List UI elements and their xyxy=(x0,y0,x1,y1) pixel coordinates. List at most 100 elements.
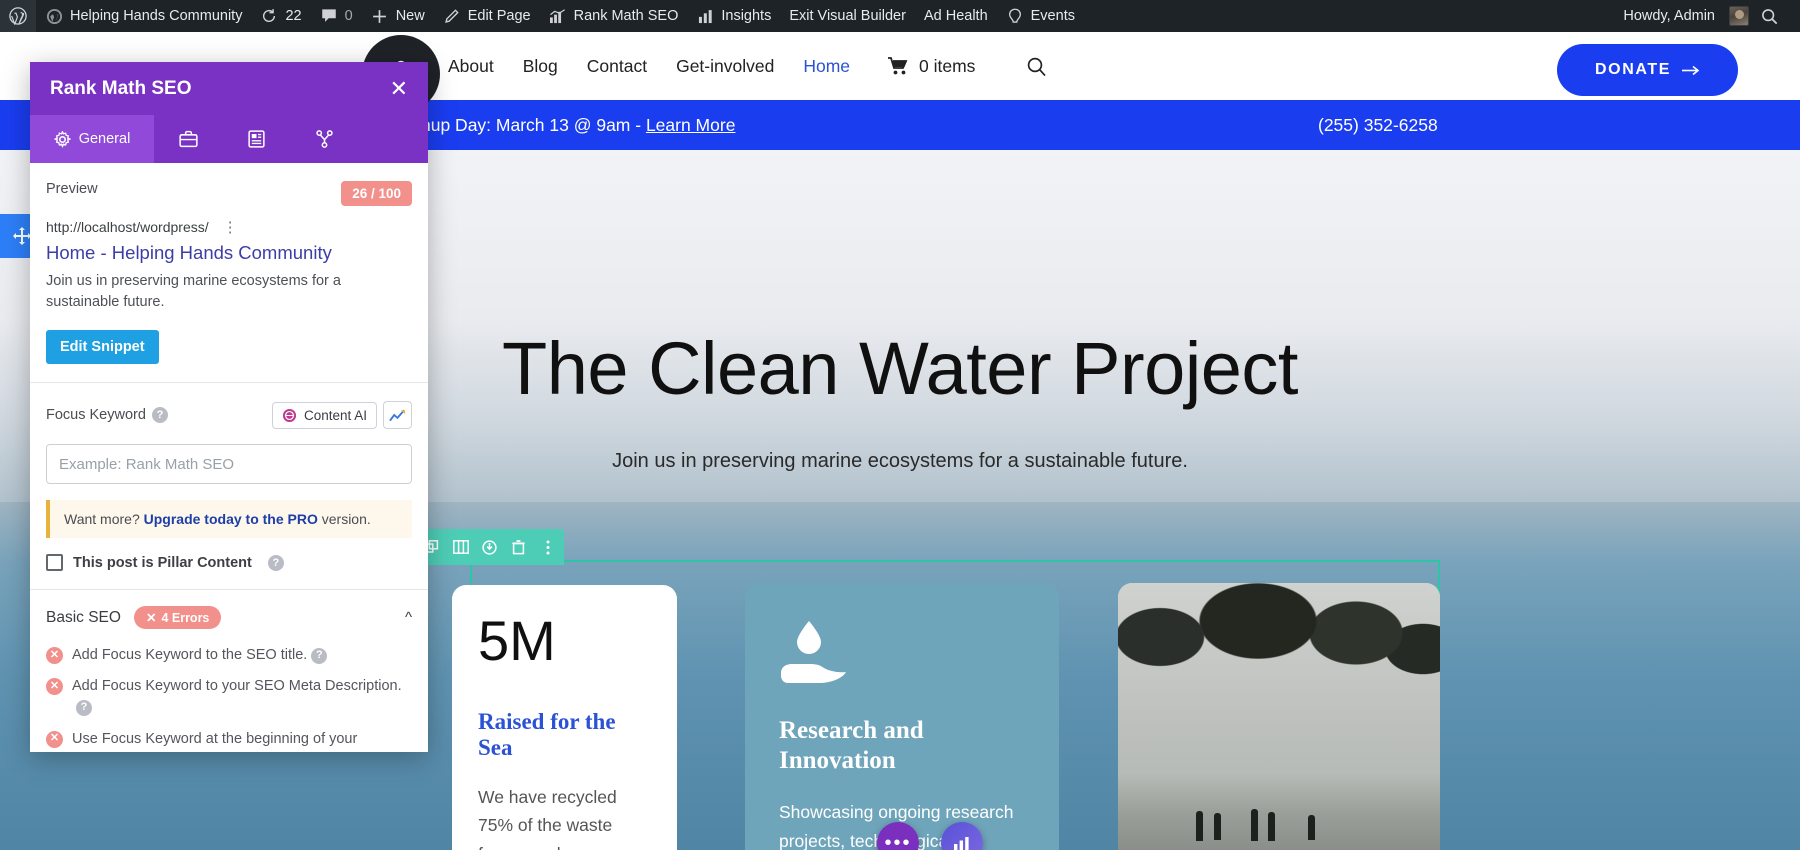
seo-error-item: ✕ Add Focus Keyword to your SEO Meta Des… xyxy=(46,676,412,718)
exit-visual-builder-menu[interactable]: Exit Visual Builder xyxy=(780,0,915,32)
events-icon xyxy=(1006,7,1024,25)
basic-seo-section: Basic SEO ✕ 4 Errors ^ ✕ Add Focus Keywo… xyxy=(30,590,428,752)
rank-math-menu[interactable]: Rank Math SEO xyxy=(540,0,688,32)
cart-widget[interactable]: 0 items xyxy=(887,56,975,77)
donate-button[interactable]: DONATE xyxy=(1557,44,1738,96)
more-options-fab-glyph: ••• xyxy=(884,831,912,850)
content-ai-label: Content AI xyxy=(303,407,367,423)
schema-icon xyxy=(247,130,265,148)
nav-item-blog[interactable]: Blog xyxy=(523,56,558,77)
wp-admin-bar[interactable]: Helping Hands Community 22 0 New Edit Pa… xyxy=(0,0,1800,32)
snippet-preview-section: Preview 26 / 100 http://localhost/wordpr… xyxy=(30,163,428,384)
snippet-description: Join us in preserving marine ecosystems … xyxy=(46,273,341,310)
rank-math-seo-panel[interactable]: Rank Math SEO ✕ General Preview 26 / 100… xyxy=(30,62,428,752)
trash-icon[interactable] xyxy=(504,529,533,565)
rank-math-panel-title: Rank Math SEO xyxy=(50,77,192,99)
chevron-up-icon[interactable]: ^ xyxy=(405,609,412,626)
upgrade-pro-link[interactable]: Upgrade today to the PRO xyxy=(144,511,318,527)
rank-math-tabs[interactable]: General xyxy=(30,115,428,163)
focus-keyword-input[interactable] xyxy=(46,444,412,485)
columns-icon[interactable] xyxy=(446,529,475,565)
seo-error-text: Add Focus Keyword to the SEO title. xyxy=(72,647,308,664)
photo-beach xyxy=(1118,771,1440,850)
nav-item-contact[interactable]: Contact xyxy=(587,56,647,77)
nav-item-home[interactable]: Home xyxy=(803,56,850,77)
account-menu[interactable]: Howdy, Admin xyxy=(1614,0,1751,32)
help-icon[interactable]: ? xyxy=(267,554,284,571)
ad-health-label: Ad Health xyxy=(923,8,988,24)
nav-item-about[interactable]: About xyxy=(448,56,494,77)
error-x-icon: ✕ xyxy=(46,678,63,696)
pencil-icon xyxy=(443,7,461,25)
bar-chart-icon xyxy=(696,7,714,25)
announcement-learn-more-link[interactable]: Learn More xyxy=(646,115,736,135)
content-ai-button[interactable]: Content AI xyxy=(271,401,377,429)
basic-seo-error-list: ✕ Add Focus Keyword to the SEO title.? ✕… xyxy=(46,645,412,752)
seo-error-item: ✕ Add Focus Keyword to the SEO title.? xyxy=(46,645,412,666)
donate-label: DONATE xyxy=(1595,61,1671,78)
basic-seo-header[interactable]: Basic SEO ✕ 4 Errors ^ xyxy=(46,606,412,630)
nav-item-get-involved[interactable]: Get-involved xyxy=(676,56,774,77)
error-x-icon: ✕ xyxy=(46,647,63,665)
tab-general[interactable]: General xyxy=(30,115,154,163)
snippet-title[interactable]: Home - Helping Hands Community xyxy=(46,241,412,264)
social-share-icon xyxy=(315,130,333,148)
edit-snippet-button[interactable]: Edit Snippet xyxy=(46,330,159,365)
help-icon[interactable]: ? xyxy=(76,699,92,716)
snippet-more-vertical-icon[interactable]: ⋮ xyxy=(223,220,238,235)
pillar-content-label: This post is Pillar Content xyxy=(73,554,252,571)
photo-figure xyxy=(1196,811,1203,841)
pillar-content-row[interactable]: This post is Pillar Content ? xyxy=(46,554,412,572)
tab-advanced[interactable] xyxy=(290,115,358,163)
wordpress-logo-icon xyxy=(9,7,27,25)
x-icon: ✕ xyxy=(145,611,157,626)
exit-visual-builder-label: Exit Visual Builder xyxy=(789,8,906,24)
events-menu[interactable]: Events xyxy=(997,0,1084,32)
plus-icon xyxy=(371,7,389,25)
google-trends-button[interactable] xyxy=(383,401,412,430)
divi-module-toolbar[interactable] xyxy=(415,529,564,565)
photo-card xyxy=(1118,583,1440,850)
site-name-menu[interactable]: Helping Hands Community xyxy=(36,0,251,32)
new-content-menu[interactable]: New xyxy=(362,0,434,32)
insights-menu[interactable]: Insights xyxy=(687,0,780,32)
stat-body: We have recycled 75% of the waste from o… xyxy=(478,787,617,850)
stat-value: 5M xyxy=(478,609,556,672)
wp-logo-menu[interactable] xyxy=(0,0,36,32)
preview-label: Preview xyxy=(46,181,98,197)
help-icon[interactable]: ? xyxy=(151,407,168,424)
focus-keyword-header-row: Focus Keyword ? Content AI xyxy=(46,401,412,430)
upgrade-prefix: Want more? xyxy=(64,511,144,528)
edit-page-menu[interactable]: Edit Page xyxy=(434,0,540,32)
rank-math-label: Rank Math SEO xyxy=(573,8,679,24)
more-vertical-icon[interactable] xyxy=(533,529,562,565)
chart-icon xyxy=(953,836,969,850)
site-search-button[interactable] xyxy=(1026,56,1047,77)
close-icon[interactable]: ✕ xyxy=(390,77,408,100)
focus-keyword-label: Focus Keyword xyxy=(46,407,146,424)
howdy-label: Howdy, Admin xyxy=(1623,8,1715,24)
announcement-phone[interactable]: (255) 352-6258 xyxy=(1318,115,1438,136)
tab-schema[interactable] xyxy=(222,115,290,163)
tab-social[interactable] xyxy=(154,115,222,163)
seo-error-text: Add Focus Keyword to your SEO Meta Descr… xyxy=(72,678,402,695)
stat-label: Raised for the Sea xyxy=(478,709,616,760)
photo-figure xyxy=(1251,809,1258,841)
snippet-url-row: http://localhost/wordpress/ ⋮ xyxy=(46,219,412,235)
help-icon[interactable]: ? xyxy=(311,647,328,664)
trending-up-icon xyxy=(389,409,406,422)
main-navigation[interactable]: About Blog Contact Get-involved Home 0 i… xyxy=(448,32,1047,100)
pillar-content-checkbox[interactable] xyxy=(46,554,63,572)
power-icon[interactable] xyxy=(475,529,504,565)
briefcase-icon xyxy=(178,130,198,148)
water-drop-hand-icon xyxy=(781,621,846,683)
adminbar-search-button[interactable] xyxy=(1751,0,1800,32)
comments-menu[interactable]: 0 xyxy=(311,0,362,32)
updates-menu[interactable]: 22 xyxy=(251,0,310,32)
research-card-title: Research and Innovation xyxy=(779,717,924,774)
move-handle-icon xyxy=(13,227,31,245)
ad-health-menu[interactable]: Ad Health xyxy=(915,0,997,32)
site-dashboard-icon xyxy=(45,7,63,25)
search-icon xyxy=(1760,7,1778,25)
comments-count: 0 xyxy=(344,8,353,24)
